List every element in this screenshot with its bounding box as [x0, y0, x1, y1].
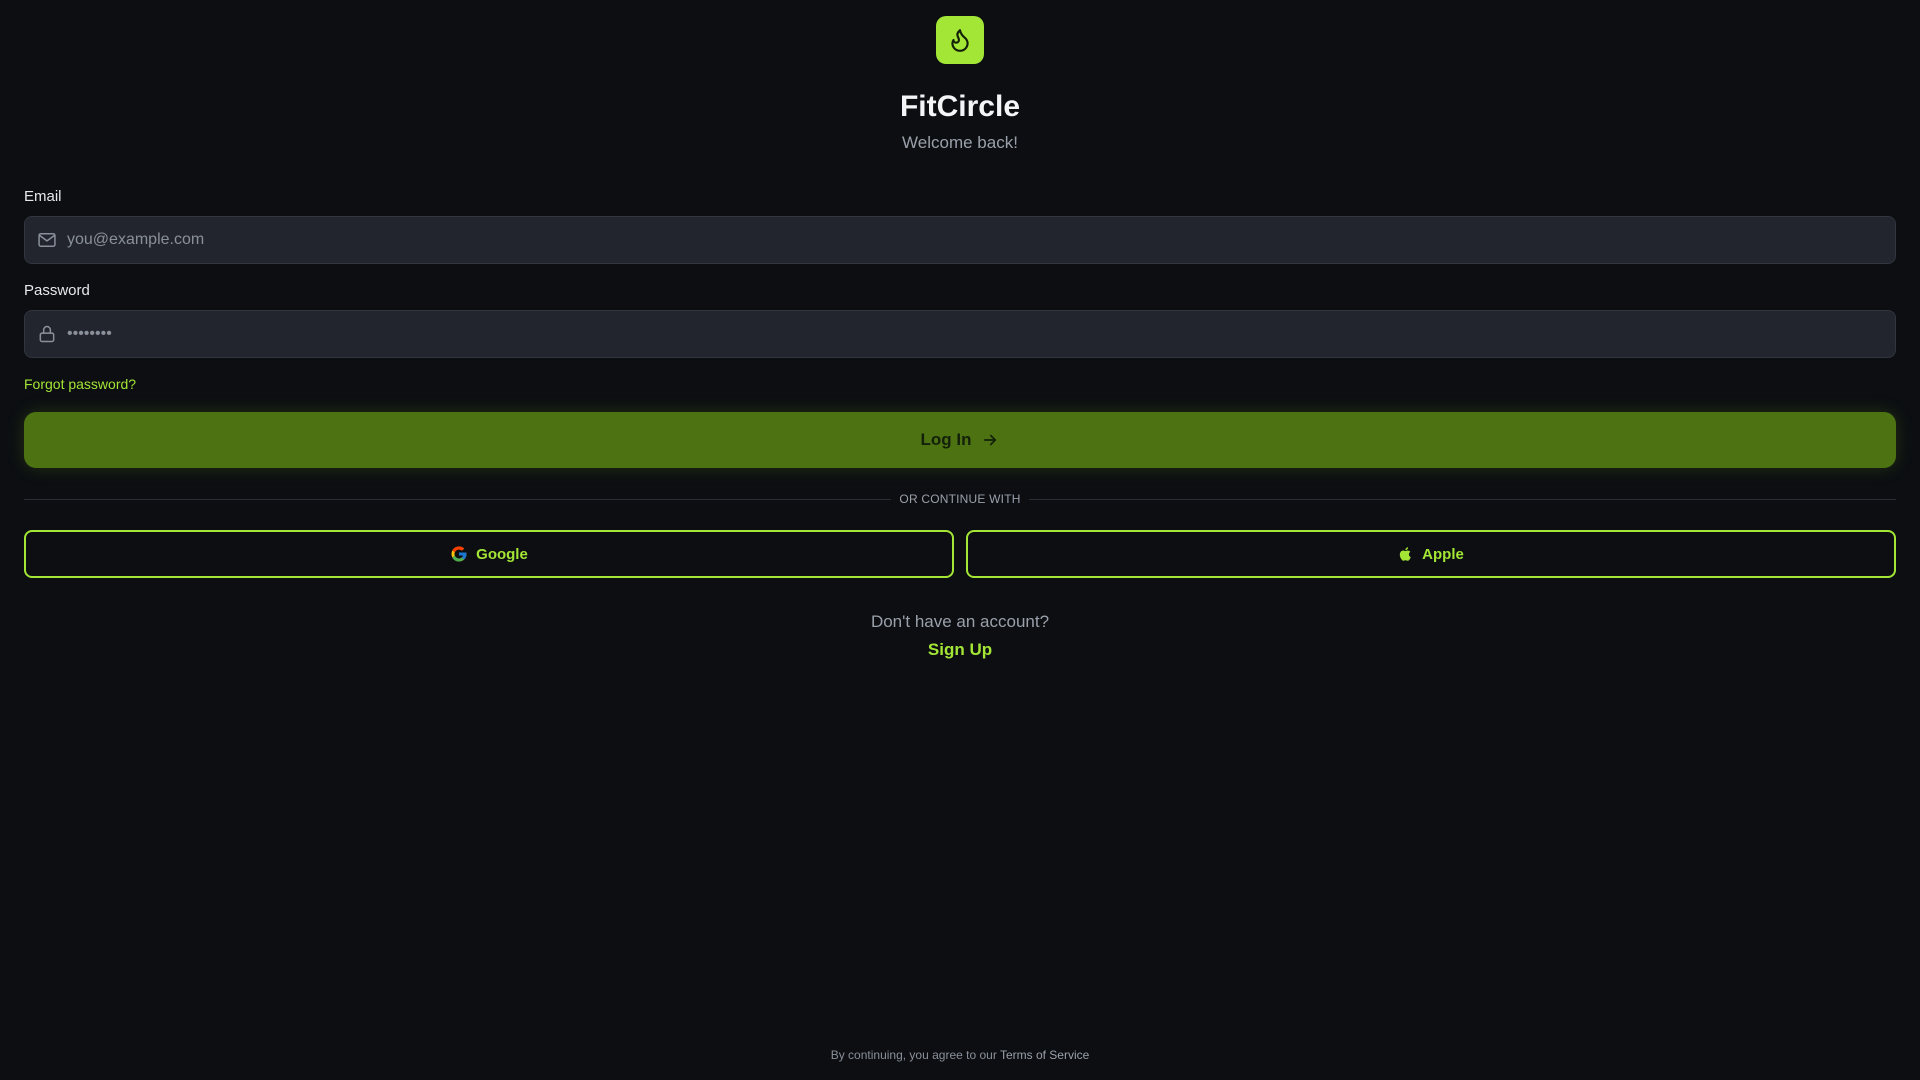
apple-icon [1398, 546, 1414, 562]
login-screen: FitCircle Welcome back! Email Password [0, 0, 1920, 1080]
login-button-label: Log In [920, 430, 972, 449]
header: FitCircle Welcome back! [0, 16, 1920, 153]
sign-up-link[interactable]: Sign Up [928, 640, 992, 660]
forgot-password-link[interactable]: Forgot password? [24, 376, 136, 393]
terms-footer: By continuing, you agree to our Terms of… [0, 1048, 1920, 1062]
lock-icon [37, 324, 57, 344]
password-field-wrapper[interactable] [24, 310, 1896, 358]
login-form: Email Password Forgot password? Log [24, 188, 1897, 660]
mail-icon [37, 230, 57, 250]
signup-block: Don't have an account? Sign Up [24, 612, 1896, 660]
email-field-wrapper[interactable] [24, 216, 1896, 264]
terms-prefix: By continuing, you agree to our [830, 1048, 1000, 1062]
apple-login-button[interactable]: Apple [966, 530, 1896, 578]
password-label: Password [24, 282, 90, 299]
divider-line-left [24, 498, 892, 500]
flame-icon [951, 29, 969, 52]
email-label: Email [24, 188, 62, 205]
login-button[interactable]: Log In [24, 412, 1896, 468]
divider-text: OR CONTINUE WITH [899, 492, 1021, 506]
app-title: FitCircle [899, 90, 1021, 123]
google-icon [450, 545, 468, 563]
apple-button-label: Apple [1422, 545, 1464, 563]
welcome-subtitle: Welcome back! [902, 133, 1018, 152]
email-input[interactable] [67, 217, 1895, 263]
google-button-label: Google [476, 545, 528, 563]
terms-of-service-link[interactable]: Terms of Service [1000, 1048, 1089, 1062]
arrow-right-icon [981, 431, 999, 449]
divider-line-right [1028, 498, 1897, 500]
or-divider: OR CONTINUE WITH [24, 492, 1897, 506]
password-input[interactable] [67, 311, 1895, 357]
app-logo [936, 16, 984, 64]
google-login-button[interactable]: Google [24, 530, 954, 578]
social-login-row: Google Apple [24, 530, 1896, 578]
no-account-text: Don't have an account? [870, 612, 1050, 631]
